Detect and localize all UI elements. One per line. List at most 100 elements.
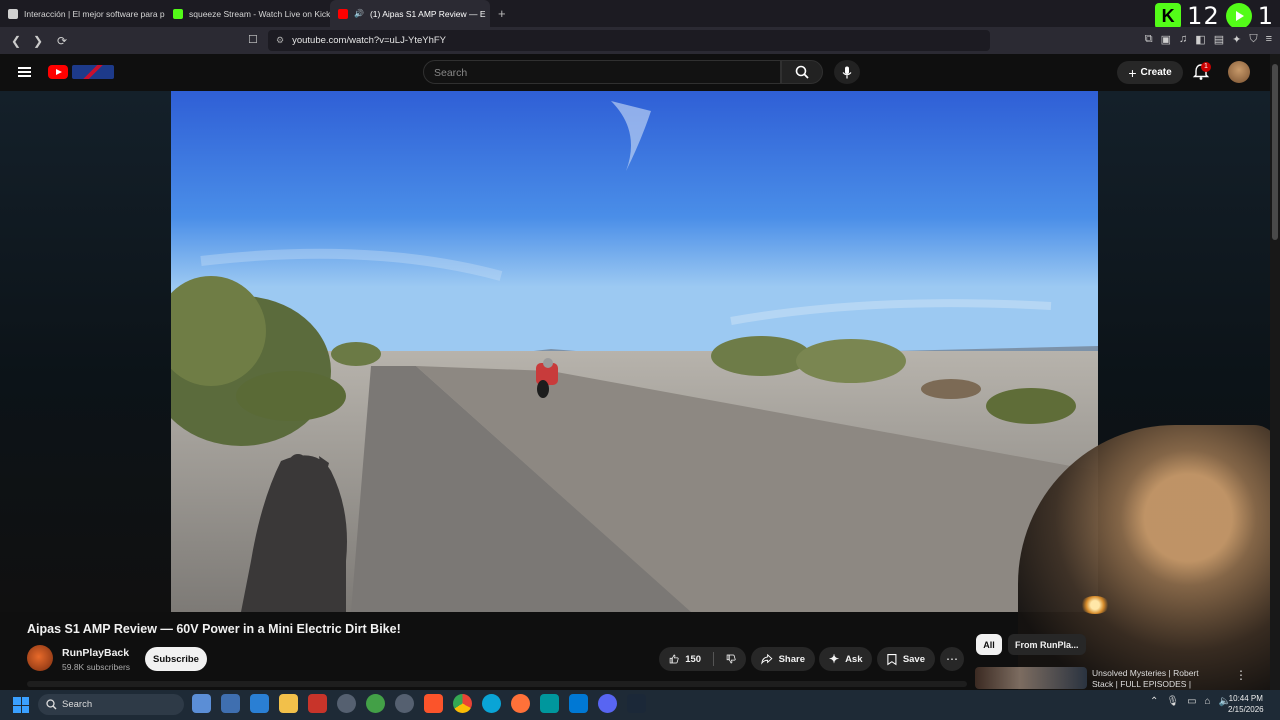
address-bar[interactable]: ⚙ youtube.com/watch?v=uLJ-YteYhFY [268, 30, 990, 51]
notification-count-badge: 1 [1201, 62, 1211, 72]
share-icon [761, 653, 773, 665]
video-frame[interactable] [171, 91, 1098, 612]
file-explorer-icon[interactable] [279, 694, 298, 713]
extension-icon[interactable]: ⧉ [1145, 33, 1153, 46]
app-icon[interactable] [221, 694, 240, 713]
channel-avatar[interactable] [27, 645, 53, 671]
more-actions-icon[interactable]: ⋯ [940, 647, 964, 671]
edge-icon[interactable] [482, 694, 501, 713]
app-icon[interactable] [366, 694, 385, 713]
sidebar-icon[interactable]: ◧ [1195, 33, 1205, 46]
share-button[interactable]: Share [751, 647, 815, 671]
screen: Interacción | El mejor software para p s… [0, 0, 1280, 720]
search-icon [46, 699, 57, 710]
play-icon [1225, 3, 1252, 29]
tab-kick[interactable]: squeeze Stream - Watch Live on Kick [165, 0, 330, 27]
app-icon[interactable] [192, 694, 211, 713]
app-icon[interactable] [337, 694, 356, 713]
reload-icon[interactable]: ⟳ [52, 34, 72, 48]
taskbar-clock[interactable]: 10:44 PM 2/15/2026 [1228, 693, 1264, 715]
subscribe-button[interactable]: Subscribe [145, 647, 207, 671]
channel-name[interactable]: RunPlayBack [62, 647, 129, 659]
guide-menu-icon[interactable] [18, 67, 31, 77]
sparkle-icon: ✦ [829, 652, 840, 666]
save-button[interactable]: Save [877, 647, 935, 671]
wallet-icon[interactable]: ▤ [1214, 33, 1224, 46]
tab-youtube-active[interactable]: 🔊 (1) Aipas S1 AMP Review — E ✕ [330, 0, 490, 27]
recommended-video-thumbnail[interactable] [975, 667, 1087, 689]
kick-stream-overlay: K 12 1 [1155, 2, 1274, 30]
discord-icon[interactable] [598, 694, 617, 713]
app-icon[interactable] [308, 694, 327, 713]
clock-date: 2/15/2026 [1228, 705, 1264, 714]
create-button[interactable]: + Create [1117, 61, 1183, 84]
tab-favicon-icon [8, 8, 18, 19]
chrome-icon[interactable] [453, 694, 472, 713]
screenshot-icon[interactable]: ▣ [1161, 33, 1171, 46]
kick-right-count: 1 [1257, 2, 1274, 30]
doodle-flag-icon[interactable] [72, 65, 114, 79]
create-label: Create [1140, 67, 1172, 78]
extension-icons: ⧉ ▣ ♫ ◧ ▤ ✦ ⛉ ≡ [1145, 33, 1272, 46]
menu-icon[interactable]: ≡ [1266, 33, 1272, 46]
save-label: Save [902, 653, 925, 665]
taskbar-search-box[interactable]: Search [38, 694, 184, 715]
music-icon[interactable]: ♫ [1179, 33, 1187, 46]
clock-time: 10:44 PM [1228, 694, 1263, 703]
steam-icon[interactable] [627, 694, 646, 713]
taskbar-pinned-apps [192, 694, 646, 713]
arduino-icon[interactable] [540, 694, 559, 713]
search-button[interactable] [781, 60, 823, 84]
new-tab-button[interactable]: + [490, 6, 514, 21]
app-icon[interactable] [395, 694, 414, 713]
brave-browser-icon[interactable] [424, 694, 443, 713]
search-input[interactable]: Search [423, 60, 781, 84]
windows-start-icon[interactable] [13, 697, 29, 713]
divider [713, 652, 714, 666]
recommended-video-title[interactable]: Unsolved Mysteries | Robert Stack | FULL… [1092, 668, 1222, 690]
tab-label: squeeze Stream - Watch Live on Kick [189, 8, 330, 19]
kick-favicon-icon [173, 8, 183, 19]
ask-label: Ask [845, 653, 863, 665]
forward-icon[interactable]: ❯ [28, 34, 48, 48]
kick-viewer-count: 12 [1187, 2, 1220, 30]
thumbs-up-icon[interactable] [669, 652, 679, 666]
app-icon[interactable] [250, 694, 269, 713]
network-icon[interactable]: ⌂ [1205, 696, 1211, 707]
like-dislike-group: 150 [659, 647, 746, 671]
site-info-icon[interactable]: ⚙ [276, 35, 284, 46]
microphone-icon [842, 66, 852, 78]
bookmark-icon[interactable]: ☐ [248, 33, 258, 46]
back-icon[interactable]: ❮ [6, 34, 26, 48]
recommended-menu-icon[interactable]: ⋮ [1235, 668, 1247, 682]
voice-search-button[interactable] [834, 60, 860, 84]
tab-label: Interacción | El mejor software para p [24, 8, 165, 19]
tab-interaccion[interactable]: Interacción | El mejor software para p [0, 0, 165, 27]
scrollbar-thumb[interactable] [1272, 64, 1278, 240]
chip-from-channel[interactable]: From RunPla... [1008, 634, 1086, 655]
bookmark-save-icon [887, 653, 897, 665]
account-avatar[interactable] [1228, 61, 1250, 83]
shield-icon[interactable]: ⛉ [1249, 33, 1257, 46]
monitor-icon[interactable]: ▭ [1187, 696, 1196, 707]
browser-tab-strip: Interacción | El mejor software para p s… [0, 0, 1280, 27]
ask-button[interactable]: ✦ Ask [819, 647, 872, 671]
thumbs-down-icon[interactable] [726, 652, 736, 666]
chip-all[interactable]: All [976, 634, 1002, 655]
chevron-up-icon[interactable]: ⌃ [1150, 696, 1158, 707]
taskbar-search-label: Search [62, 699, 93, 710]
leo-icon[interactable]: ✦ [1232, 33, 1241, 46]
url-text: youtube.com/watch?v=uLJ-YteYhFY [292, 35, 447, 46]
like-count[interactable]: 150 [685, 654, 701, 665]
vscode-icon[interactable] [569, 694, 588, 713]
share-label: Share [778, 653, 805, 665]
microphone-tray-icon[interactable]: 🎙 [1166, 696, 1179, 707]
youtube-logo-icon[interactable] [48, 65, 68, 79]
plus-icon: + [1128, 64, 1137, 81]
search-icon [795, 65, 809, 79]
firefox-icon[interactable] [511, 694, 530, 713]
webcam-lamp-glow [1080, 596, 1110, 614]
description-box[interactable] [27, 681, 967, 687]
speaker-icon: 🔊 [354, 9, 364, 18]
youtube-favicon-icon [338, 8, 348, 19]
